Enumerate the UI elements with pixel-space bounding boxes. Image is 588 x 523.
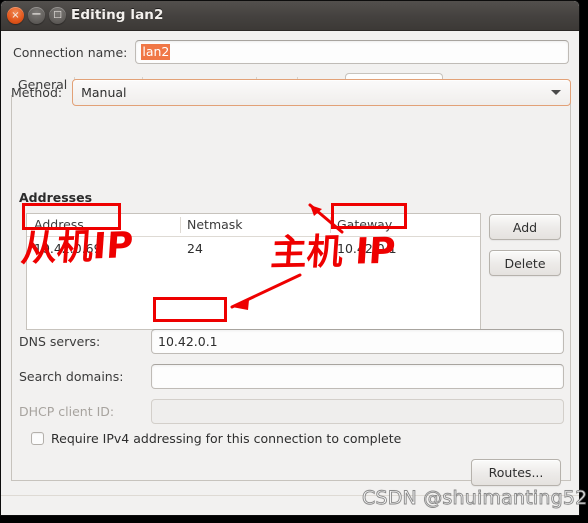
window-minimize-icon[interactable]: − [28,7,45,24]
addresses-heading: Addresses [19,190,93,205]
add-address-button[interactable]: Add [489,214,561,240]
table-row[interactable]: 10.42.0.69 24 10.42.0.1 [27,237,480,260]
search-domains-input[interactable] [151,363,564,389]
table-header-row: Address Netmask Gateway [27,214,480,237]
chevron-down-icon [551,90,561,95]
dhcp-client-id-row: DHCP client ID: [19,398,564,424]
connection-name-label: Connection name: [13,44,128,60]
column-header-address[interactable]: Address [27,214,180,236]
close-glyph: × [11,9,20,21]
dhcp-client-id-label: DHCP client ID: [19,403,115,419]
delete-address-button[interactable]: Delete [489,250,561,276]
column-header-netmask[interactable]: Netmask [180,214,330,236]
minimize-glyph: − [31,6,42,22]
dns-servers-label: DNS servers: [19,333,101,349]
window-close-icon[interactable]: × [7,7,24,24]
method-value: Manual [81,84,127,100]
maximize-glyph: □ [53,10,62,20]
require-ipv4-checkbox[interactable] [31,432,44,445]
window-titlebar: × − □ Editing lan2 [1,1,579,31]
connection-name-row: Connection name: lan2 [13,39,569,65]
editing-connection-window: × − □ Editing lan2 Connection name: lan2… [0,0,580,516]
method-label: Method: [11,84,63,100]
window-maximize-icon[interactable]: □ [49,7,66,24]
window-controls: × − □ [7,7,66,24]
connection-name-value: lan2 [141,44,171,60]
require-ipv4-label: Require IPv4 addressing for this connect… [51,431,402,446]
window-title: Editing lan2 [71,7,164,23]
dns-servers-input[interactable]: 10.42.0.1 [151,328,564,354]
connection-name-input[interactable]: lan2 [135,40,569,64]
require-ipv4-row[interactable]: Require IPv4 addressing for this connect… [31,431,401,446]
search-domains-row: Search domains: [19,363,564,389]
routes-button[interactable]: Routes... [471,459,561,486]
search-domains-label: Search domains: [19,368,124,384]
cell-address[interactable]: 10.42.0.69 [27,237,180,260]
addresses-table[interactable]: Address Netmask Gateway 10.42.0.69 24 10… [26,213,481,330]
dhcp-client-id-input [151,398,564,424]
action-area-divider [1,495,579,496]
method-dropdown[interactable]: Manual [72,78,571,106]
dialog-body: Connection name: lan2 General Ethernet 8… [1,31,579,515]
method-row: Method: Manual [11,78,571,106]
cell-netmask[interactable]: 24 [180,237,330,260]
dns-servers-row: DNS servers: 10.42.0.1 [19,328,564,354]
cell-gateway[interactable]: 10.42.0.1 [330,237,480,260]
column-header-gateway[interactable]: Gateway [330,214,480,236]
